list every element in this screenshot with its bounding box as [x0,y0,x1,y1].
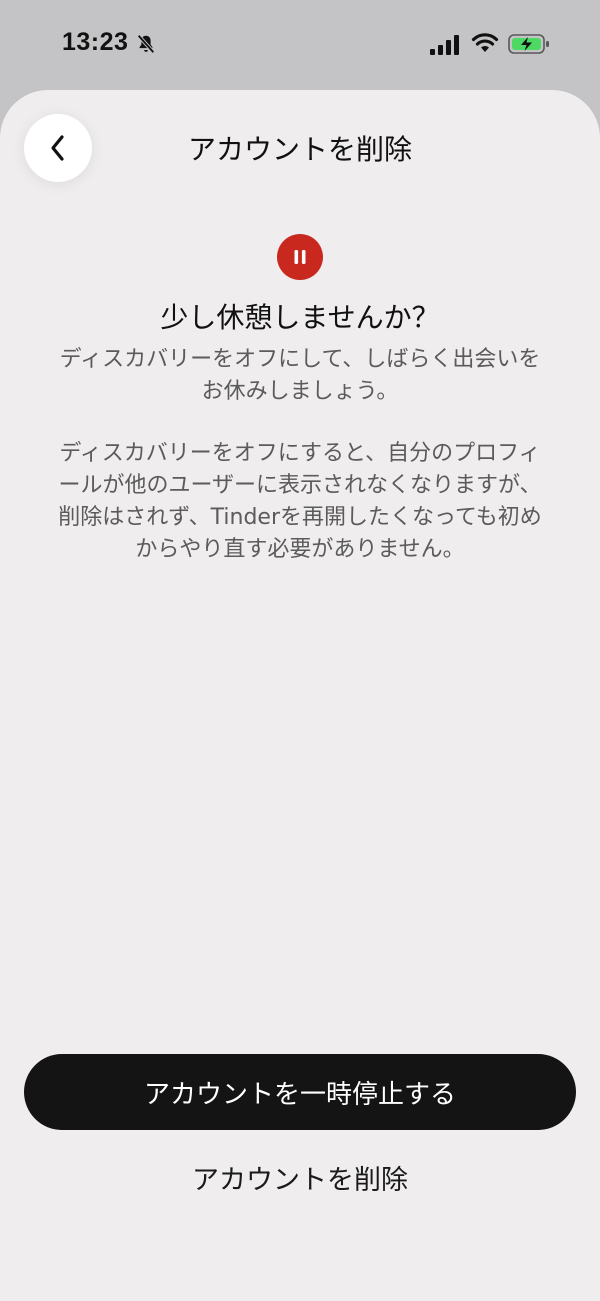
description-paragraph-2: ディスカバリーをオフにすると、自分のプロフィ ールが他のユーザーに表示されなくな… [58,441,542,562]
delete-account-sheet: アカウントを削除 少し休憩しませんか？ ディスカバリーをオフにして、しばらく出会… [0,90,600,1301]
status-bar: 13:23 [0,0,600,90]
pause-icon [277,234,323,280]
description-paragraph-1: ディスカバリーをオフにして、しばらく出会いを お休みしましょう。 [59,347,541,404]
headline: 少し休憩しませんか？ [160,301,440,334]
bell-slash-icon [137,34,155,54]
back-button[interactable] [24,114,92,182]
battery-charging-icon [508,34,549,54]
page-title: アカウントを削除 [187,133,412,166]
wifi-icon [471,33,499,52]
status-time: 13:23 [62,28,129,56]
delete-account-button[interactable]: アカウントを削除 [100,1158,500,1197]
cellular-signal-icon [430,35,459,55]
chevron-left-icon [51,135,64,161]
pause-account-button[interactable]: アカウントを一時停止する [24,1054,576,1130]
